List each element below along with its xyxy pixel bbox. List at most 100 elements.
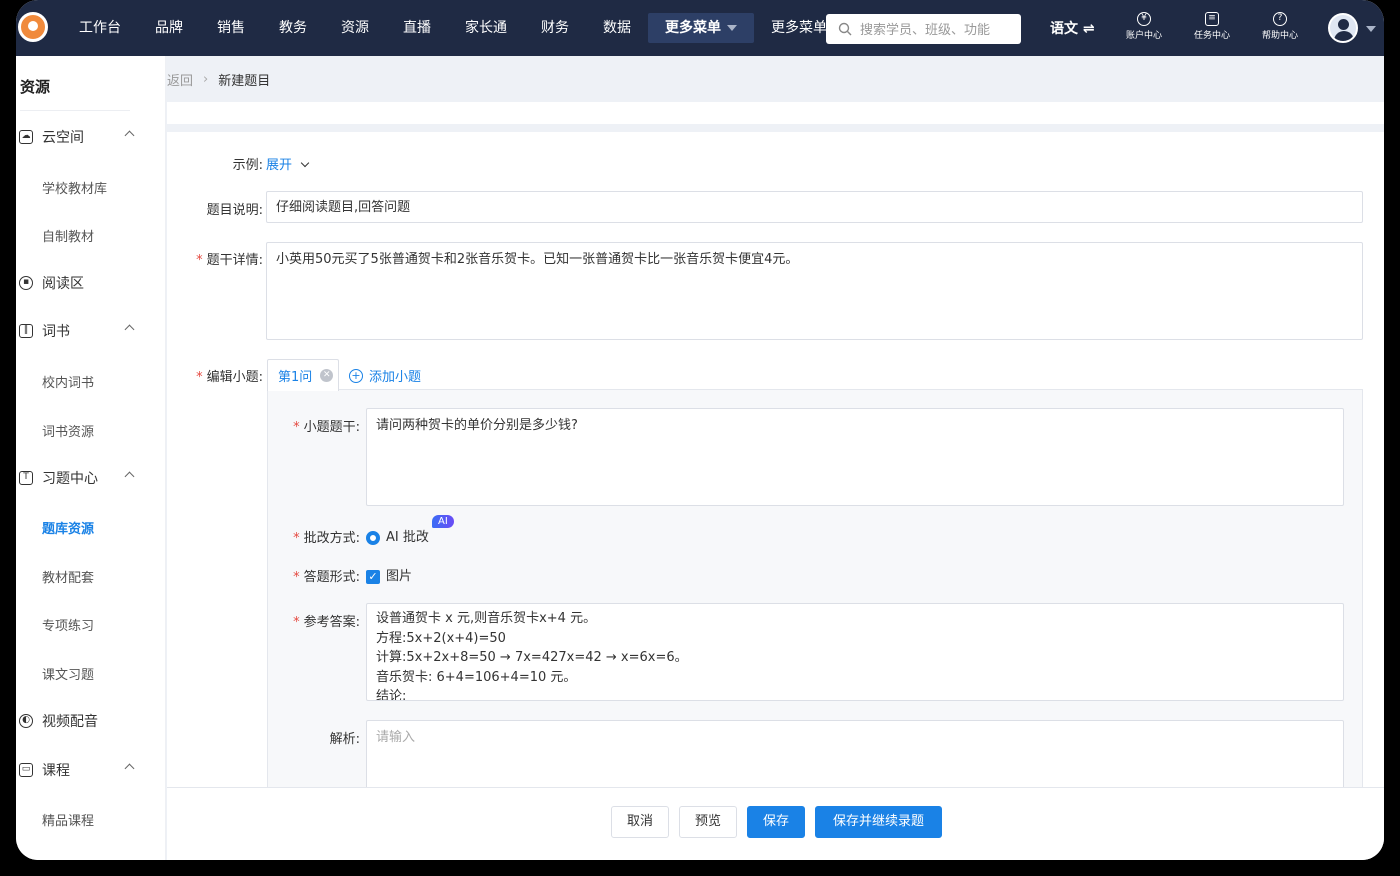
subject-switcher[interactable]: 语文 ⇌: [1050, 18, 1095, 38]
chevron-down-icon: [727, 25, 737, 31]
tab-question-1[interactable]: 第1问 ✕: [267, 359, 339, 391]
sidebar-item-reading[interactable]: ▪ 阅读区: [16, 271, 156, 295]
nav-item-sales[interactable]: 销售: [200, 13, 262, 43]
sub-stem-textarea[interactable]: 请问两种贺卡的单价分别是多少钱?: [366, 408, 1344, 506]
sidebar-item-label: 词书: [42, 324, 70, 340]
required-mark: *: [293, 615, 300, 630]
back-link[interactable]: 返回: [167, 70, 193, 89]
nav-more-label: 更多菜单: [665, 20, 721, 36]
chevron-down-icon[interactable]: [1366, 26, 1376, 32]
page-title: 新建题目: [218, 73, 271, 89]
ai-grading-radio[interactable]: AI 批改: [366, 526, 429, 545]
image-answer-checkbox[interactable]: ✓ 图片: [366, 565, 412, 584]
grading-label-text: 批改方式:: [303, 531, 360, 546]
example-toggle-label: 展开: [266, 158, 293, 173]
answer-line: 计算:5x+2x+8=50 → 7x=427x=42 → x=6x=6。: [376, 650, 688, 665]
sidebar-sub-wordbook-resources[interactable]: 词书资源: [42, 421, 94, 440]
task-icon: ≡: [1205, 12, 1219, 26]
description-field[interactable]: 仔细阅读题目,回答问题: [266, 191, 1363, 223]
required-mark: *: [293, 570, 300, 585]
close-icon[interactable]: ✕: [320, 369, 334, 382]
help-center-label: 帮助中心: [1261, 31, 1298, 41]
sidebar-title: 资源: [20, 78, 51, 96]
sub-stem-label: * 小题题干:: [268, 416, 360, 435]
reference-answer-label-text: 参考答案:: [303, 615, 360, 630]
reference-answer-label: * 参考答案:: [268, 611, 360, 630]
sidebar-sub-lesson-exercises[interactable]: 课文习题: [42, 664, 94, 683]
required-mark: *: [196, 253, 203, 268]
nav-item-academic[interactable]: 教务: [262, 13, 324, 43]
nav-item-finance[interactable]: 财务: [524, 13, 586, 43]
sidebar-item-courses[interactable]: ▭ 课程: [16, 758, 156, 782]
breadcrumb-separator: ›: [203, 71, 209, 87]
stem-label: * 题干详情:: [167, 249, 263, 268]
nav-item-parents[interactable]: 家长通: [448, 13, 524, 43]
sidebar-item-video-dubbing[interactable]: ◐ 视频配音: [16, 709, 156, 733]
add-sub-label: 添加小题: [369, 370, 422, 385]
chevron-down-icon: [300, 158, 310, 168]
chevron-up-icon: [124, 763, 135, 774]
top-nav: 工作台 品牌 销售 教务 资源 直播 家长通 财务 数据 更多菜单 更多菜单 语…: [16, 0, 1384, 56]
nav-item-data[interactable]: 数据: [586, 13, 648, 43]
sidebar-sub-special-practice[interactable]: 专项练习: [42, 615, 94, 634]
save-button[interactable]: 保存: [747, 806, 805, 838]
sidebar-sub-custom-textbooks[interactable]: 自制教材: [42, 226, 94, 245]
sidebar: 资源 ☁ 云空间 学校教材库 自制教材 ▪ 阅读区 ‖ 词书 校内词书 词书资源 T习…: [16, 56, 166, 860]
example-toggle[interactable]: 展开: [266, 154, 310, 173]
sidebar-item-label: 视频配音: [42, 714, 98, 730]
nav-item-resources[interactable]: 资源: [324, 13, 386, 43]
search-input[interactable]: [860, 21, 1010, 37]
example-label: 示例:: [232, 158, 263, 173]
stem-label-text: 题干详情:: [206, 253, 263, 268]
search-box[interactable]: [826, 14, 1021, 44]
nav-item-brand[interactable]: 品牌: [138, 13, 200, 43]
sidebar-sub-school-textbooks[interactable]: 学校教材库: [42, 178, 107, 197]
video-icon: ◐: [19, 714, 33, 728]
required-mark: *: [196, 370, 203, 385]
sidebar-item-cloud[interactable]: ☁ 云空间: [16, 125, 156, 149]
sub-stem-label-text: 小题题干:: [303, 420, 360, 435]
required-mark: *: [293, 420, 300, 435]
add-circle-icon: +: [349, 368, 363, 383]
nav-more-label-2: 更多菜单: [771, 20, 827, 36]
cancel-button[interactable]: 取消: [611, 806, 669, 838]
analysis-textarea[interactable]: 请输入: [366, 720, 1344, 787]
sidebar-sub-premium-courses[interactable]: 精品课程: [42, 810, 94, 829]
yen-icon: ¥: [1137, 12, 1151, 26]
breadcrumb: 返回 › 新建题目: [166, 56, 1384, 102]
divider: [20, 110, 130, 111]
sidebar-item-label: 阅读区: [42, 276, 84, 292]
cloud-icon: ☁: [19, 130, 33, 144]
sidebar-sub-textbook-match[interactable]: 教材配套: [42, 567, 94, 586]
answer-form-label-text: 答题形式:: [303, 570, 360, 585]
save-and-continue-button[interactable]: 保存并继续录题: [815, 806, 942, 838]
grid-icon: ▪: [19, 276, 33, 290]
chevron-up-icon: [124, 471, 135, 482]
help-center[interactable]: ? 帮助中心: [1250, 12, 1310, 41]
ai-badge: AI: [432, 515, 454, 528]
book-icon: ‖: [19, 324, 33, 338]
course-icon: ▭: [19, 763, 33, 777]
nav-item-live[interactable]: 直播: [386, 13, 448, 43]
nav-item-workbench[interactable]: 工作台: [62, 13, 138, 43]
sidebar-item-wordbooks[interactable]: ‖ 词书: [16, 319, 156, 343]
account-center[interactable]: ¥ 账户中心: [1114, 12, 1174, 41]
question-form: 示例: 展开 题目说明: 仔细阅读题目,回答问题 * 题干详情: 小英用50元买了…: [167, 132, 1384, 787]
add-sub-question-button[interactable]: + 添加小题: [349, 366, 421, 385]
description-label: 题目说明:: [206, 203, 263, 218]
sidebar-item-exercise-center[interactable]: T 习题中心: [16, 466, 156, 490]
preview-button[interactable]: 预览: [679, 806, 737, 838]
stem-textarea[interactable]: 小英用50元买了5张普通贺卡和2张音乐贺卡。已知一张普通贺卡比一张音乐贺卡便宜4…: [266, 242, 1363, 340]
sidebar-sub-question-bank[interactable]: 题库资源: [42, 518, 94, 537]
logo[interactable]: [18, 12, 48, 42]
nav-item-more-active[interactable]: 更多菜单: [648, 13, 754, 43]
avatar[interactable]: [1328, 13, 1358, 43]
answer-form-value: 图片: [386, 569, 413, 584]
grading-label: * 批改方式:: [268, 527, 360, 546]
sub-question-panel: * 小题题干: 请问两种贺卡的单价分别是多少钱? * 批改方式: AI 批改 AI …: [267, 389, 1363, 787]
main-content: 返回 › 新建题目 示例: 展开 题目说明: 仔细阅读题目,回答问题 * 题干详情…: [166, 56, 1384, 860]
reference-answer-textarea[interactable]: 设普通贺卡 x 元,则音乐贺卡x+4 元。 方程:5x+2(x+4)=50 计算…: [366, 603, 1344, 701]
sidebar-item-label: 云空间: [42, 130, 84, 146]
task-center[interactable]: ≡ 任务中心: [1182, 12, 1242, 41]
sidebar-sub-school-wordbooks[interactable]: 校内词书: [42, 372, 94, 391]
